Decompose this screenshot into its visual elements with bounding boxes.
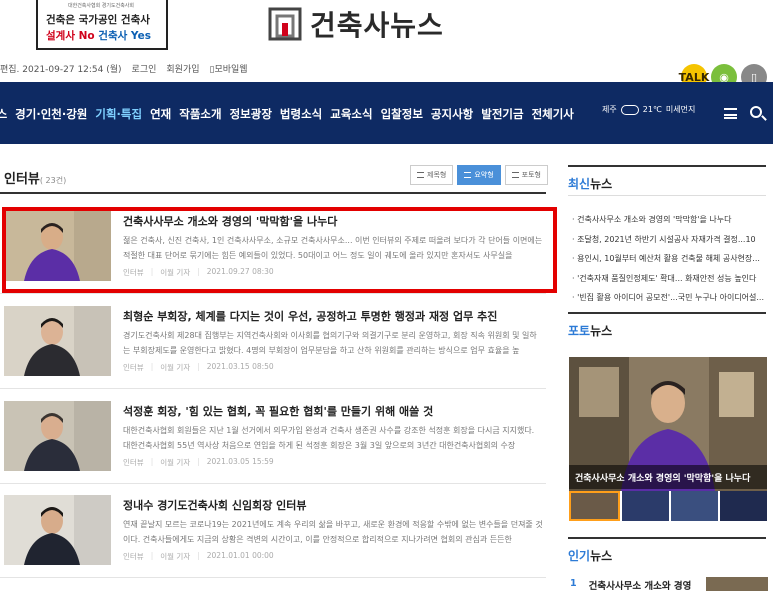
article-title[interactable]: 최형순 부회장, 체계를 다지는 것이 우선, 공정하고 투명한 행정과 재정 …: [123, 308, 497, 324]
divider: [0, 192, 546, 194]
site-logo[interactable]: 건축사뉴스: [268, 6, 444, 42]
promo-banner[interactable]: 대한건축사협회 경기도건축사회 건축은 국가공인 건축사 설계사 No 건축사 …: [36, 0, 168, 50]
article-meta: 인터뷰 | 이월 기자 | 2021.01.01 00:00: [123, 551, 274, 561]
logo-text: 건축사뉴스: [310, 9, 444, 42]
thumbnail[interactable]: [720, 491, 767, 521]
photo-thumbnails: [569, 491, 767, 521]
popular-item[interactable]: 1 건축사사무소 개소와 경영: [570, 578, 691, 591]
article-date: 2021.03.15 08:50: [206, 362, 274, 371]
list-item[interactable]: 석정훈 회장, '힘 있는 협회, 꼭 필요한 협회'를 만들기 위해 애쓸 것…: [0, 397, 546, 485]
nav-item[interactable]: 전체기사: [532, 106, 574, 122]
nav-menu: 뉴스 경기·인천·강원 기획·특집 연재 작품소개 정보광장 법령소식 교육소식 입찰정보 공지사…: [0, 106, 574, 122]
article-author: 이월 기자: [160, 552, 191, 561]
list-icon: [464, 172, 472, 178]
weather-widget: 제주 21℃ 미세먼지: [602, 104, 695, 115]
article-summary: 대한건축사협회 회원들은 지난 1월 선거에서 의무가입 완성과 건축사 생존권…: [123, 426, 535, 450]
logo-mark-icon: [268, 7, 302, 41]
list-item[interactable]: 정내수 경기도건축사회 신임회장 인터뷰연재 끝날지 모르는 코로나19는 20…: [0, 491, 546, 579]
popular-rank: 1: [570, 578, 577, 589]
weather-city: 제주: [602, 105, 617, 114]
article-section: 인터뷰: [123, 458, 144, 467]
article-author: 이월 기자: [160, 458, 191, 467]
latest-news-header: 최신뉴스: [568, 165, 766, 195]
divider: [0, 577, 546, 578]
main-nav: 뉴스 경기·인천·강원 기획·특집 연재 작품소개 정보광장 법령소식 교육소식 입찰정보 공지사…: [0, 82, 773, 144]
article-date: 2021.03.05 15:59: [206, 457, 274, 466]
nav-item[interactable]: 정보광장: [230, 106, 272, 122]
page-title: 인터뷰( 23건): [4, 172, 67, 187]
nav-item[interactable]: 경기·인천·강원: [15, 106, 87, 122]
thumbnail[interactable]: [671, 491, 718, 521]
nav-item[interactable]: 작품소개: [179, 106, 221, 122]
divider: [0, 388, 546, 389]
popular-news-header: 인기뉴스: [568, 537, 766, 567]
article-summary: 연재 끝날지 모르는 코로나19는 2021년에도 계속 우리의 삶을 바꾸고,…: [123, 520, 543, 544]
article-section: 인터뷰: [123, 552, 144, 561]
menu-icon[interactable]: [724, 108, 737, 119]
weather-temp: 21℃: [642, 105, 662, 114]
photo-news-header: 포토뉴스: [568, 312, 766, 342]
photo-news-card[interactable]: 건축사사무소 개소와 경영의 '막막함'을 나누다: [569, 357, 767, 521]
banner-line-2: 설계사 No 건축사 Yes: [46, 30, 151, 42]
list-icon: [417, 172, 424, 178]
nav-item[interactable]: 입찰정보: [381, 106, 423, 122]
article-summary: 경기도건축사회 제28대 집행부는 지역건축사회와 이사회를 협의기구와 의결기…: [123, 331, 537, 355]
nav-item[interactable]: 공지사항: [431, 106, 473, 122]
latest-news-item[interactable]: · 조달청, 2021년 하반기 시설공사 자재가격 결정...10: [572, 230, 768, 250]
view-option[interactable]: 제목형: [410, 165, 454, 185]
photo-news-caption: 건축사사무소 개소와 경영의 '막막함'을 나누다: [569, 465, 767, 489]
popular-title: 건축사사무소 개소와 경영: [588, 581, 692, 591]
article-thumbnail[interactable]: [4, 401, 111, 471]
latest-news-list: · 건축사사무소 개소와 경영의 '막막함'을 나누다 · 조달청, 2021년 …: [572, 210, 768, 308]
article-meta: 인터뷰 | 이월 기자 | 2021.03.15 08:50: [123, 362, 274, 372]
latest-news-item[interactable]: · 용인시, 10월부터 예산처 활용 건축물 해체 공사현장...: [572, 249, 768, 269]
article-thumbnail[interactable]: [4, 495, 111, 565]
list-item[interactable]: 최형순 부회장, 체계를 다지는 것이 우선, 공정하고 투명한 행정과 재정 …: [0, 302, 546, 390]
login-link[interactable]: 로그인: [132, 62, 157, 75]
banner-org: 대한건축사협회 경기도건축사회: [68, 3, 134, 9]
utility-bar: 편집. 2021-09-27 12:54 (월) 로그인 회원가입 ▯모바일웹: [0, 62, 248, 75]
join-link[interactable]: 회원가입: [166, 62, 199, 75]
nav-item[interactable]: 뉴스: [0, 106, 7, 122]
search-icon[interactable]: [750, 106, 762, 118]
latest-news-item[interactable]: · '빈집 활용 아이디어 공모전'...국민 누구나 아이디어설...: [572, 288, 768, 308]
list-icon: [511, 172, 519, 178]
view-option[interactable]: 요약형: [457, 165, 501, 185]
mobile-link[interactable]: ▯모바일웹: [210, 62, 248, 75]
nav-item[interactable]: 연재: [150, 106, 171, 122]
thumbnail[interactable]: [622, 491, 669, 521]
weather-dust: 미세먼지: [665, 105, 696, 114]
nav-item[interactable]: 교육소식: [330, 106, 372, 122]
thumbnail[interactable]: [569, 491, 620, 521]
article-meta: 인터뷰 | 이월 기자 | 2021.03.05 15:59: [123, 457, 274, 467]
cloud-icon: [620, 104, 639, 115]
divider: [0, 293, 546, 294]
edit-date: 편집. 2021-09-27 12:54 (월): [0, 65, 122, 75]
latest-news-item[interactable]: · '건축자재 품질인정제도' 확대... 화재안전 성능 높인다: [572, 269, 768, 289]
article-author: 이월 기자: [160, 363, 191, 372]
article-title[interactable]: 정내수 경기도건축사회 신임회장 인터뷰: [123, 497, 307, 513]
latest-news-item[interactable]: · 건축사사무소 개소와 경영의 '막막함'을 나누다: [572, 210, 768, 230]
nav-item[interactable]: 법령소식: [280, 106, 322, 122]
nav-item[interactable]: 발전기금: [481, 106, 523, 122]
article-section: 인터뷰: [123, 363, 144, 372]
divider: [568, 195, 766, 196]
banner-line-1: 건축은 국가공인 건축사: [46, 14, 150, 26]
article-date: 2021.01.01 00:00: [206, 551, 274, 560]
popular-thumbnail[interactable]: [706, 577, 768, 591]
article-title[interactable]: 석정훈 회장, '힘 있는 협회, 꼭 필요한 협회'를 만들기 위해 애쓸 것: [123, 403, 433, 419]
view-option[interactable]: 포토형: [504, 165, 548, 185]
article-thumbnail[interactable]: [4, 306, 111, 376]
nav-item[interactable]: 기획·특집: [95, 106, 142, 122]
highlight-box: [2, 207, 557, 293]
divider: [0, 483, 546, 484]
article-count: ( 23건): [39, 176, 67, 185]
view-toggle: 제목형 요약형 포토형: [410, 165, 548, 185]
